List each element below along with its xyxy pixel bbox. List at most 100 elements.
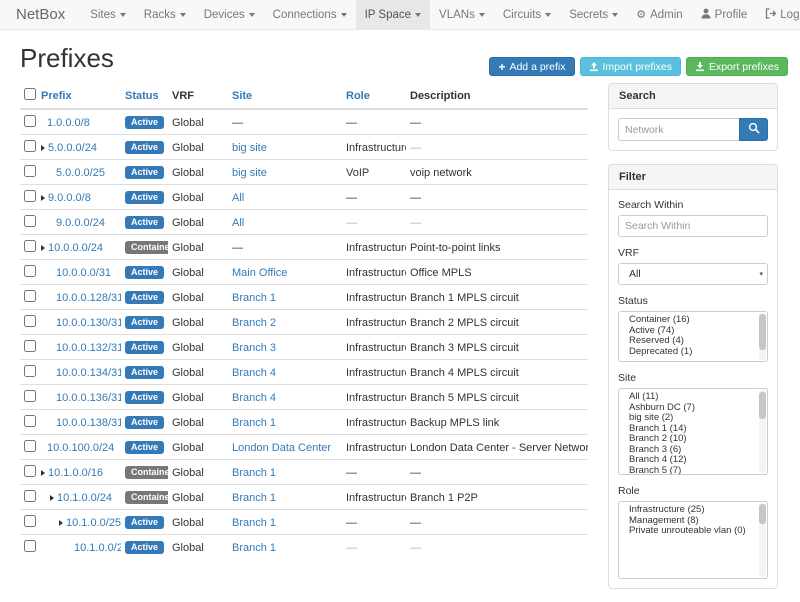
filter-input-search-within[interactable] [618, 215, 768, 237]
site-link[interactable]: Branch 1 [232, 292, 276, 304]
prefix-link[interactable]: 10.0.0.130/31 [56, 317, 121, 329]
site-link[interactable]: Branch 1 [232, 492, 276, 504]
nav-item-log-out[interactable]: Log out [756, 0, 800, 29]
expand-arrow-icon[interactable] [41, 195, 45, 201]
expand-arrow-icon[interactable] [59, 520, 63, 526]
row-checkbox[interactable] [24, 315, 36, 327]
select-all-checkbox[interactable] [24, 88, 36, 100]
site-link[interactable]: All [232, 217, 244, 229]
prefix-link[interactable]: 1.0.0.0/8 [47, 117, 90, 129]
row-checkbox[interactable] [24, 290, 36, 302]
listbox-option[interactable]: Reserved (4) [619, 336, 767, 347]
scrollbar-track[interactable] [759, 503, 766, 577]
prefix-link[interactable]: 10.1.0.0/16 [48, 467, 103, 479]
prefix-link[interactable]: 5.0.0.0/24 [48, 142, 97, 154]
nav-item-circuits[interactable]: Circuits [494, 0, 560, 29]
scrollbar-thumb[interactable] [759, 392, 766, 419]
prefix-link[interactable]: 10.1.0.0/26 [74, 542, 121, 554]
column-sort-link[interactable]: Prefix [41, 90, 72, 102]
row-checkbox[interactable] [24, 340, 36, 352]
prefix-link[interactable]: 10.1.0.0/24 [57, 492, 112, 504]
prefix-link[interactable]: 10.0.0.134/31 [56, 367, 121, 379]
nav-item-racks[interactable]: Racks [135, 0, 195, 29]
row-checkbox[interactable] [24, 190, 36, 202]
row-checkbox[interactable] [24, 140, 36, 152]
prefix-link[interactable]: 10.0.0.138/31 [56, 417, 121, 429]
row-checkbox[interactable] [24, 490, 36, 502]
listbox-option[interactable]: All (11) [619, 392, 767, 403]
listbox-option[interactable]: Container (16) [619, 315, 767, 326]
prefix-link[interactable]: 10.0.0.128/31 [56, 292, 121, 304]
nav-item-sites[interactable]: Sites [81, 0, 135, 29]
nav-item-connections[interactable]: Connections [264, 0, 356, 29]
listbox-option[interactable]: Infrastructure (25) [619, 505, 767, 516]
row-checkbox[interactable] [24, 440, 36, 452]
site-link[interactable]: big site [232, 167, 267, 179]
row-checkbox[interactable] [24, 215, 36, 227]
download-icon [695, 62, 705, 72]
expand-arrow-icon[interactable] [50, 495, 54, 501]
add-prefix-button[interactable]: + Add a prefix [489, 57, 574, 76]
row-checkbox[interactable] [24, 390, 36, 402]
row-checkbox[interactable] [24, 240, 36, 252]
column-sort-link[interactable]: Status [125, 90, 159, 102]
listbox-option[interactable]: Deprecated (1) [619, 347, 767, 358]
nav-item-profile[interactable]: Profile [692, 0, 757, 29]
listbox-option[interactable]: big site (2) [619, 413, 767, 424]
filter-select-vrf[interactable]: All▾ [618, 263, 768, 285]
site-link[interactable]: Branch 1 [232, 467, 276, 479]
search-button[interactable] [739, 118, 768, 141]
listbox-option[interactable]: Branch 2 (10) [619, 434, 767, 445]
prefix-link[interactable]: 9.0.0.0/24 [56, 217, 105, 229]
site-link[interactable]: London Data Center [232, 442, 331, 454]
prefix-link[interactable]: 10.0.0.132/31 [56, 342, 121, 354]
nav-item-ip-space[interactable]: IP Space [356, 0, 430, 29]
prefix-link[interactable]: 10.0.0.0/31 [56, 267, 111, 279]
site-link[interactable]: big site [232, 142, 267, 154]
row-checkbox[interactable] [24, 265, 36, 277]
app-brand[interactable]: NetBox [0, 0, 81, 29]
listbox-option[interactable]: Branch 4 (12) [619, 455, 767, 466]
nav-item-admin[interactable]: ⚙︎Admin [627, 0, 691, 29]
prefix-link[interactable]: 5.0.0.0/25 [56, 167, 105, 179]
prefix-link[interactable]: 10.0.100.0/24 [47, 442, 114, 454]
site-link[interactable]: Branch 4 [232, 367, 276, 379]
prefix-link[interactable]: 10.0.0.136/31 [56, 392, 121, 404]
expand-arrow-icon[interactable] [41, 245, 45, 251]
import-prefixes-button[interactable]: Import prefixes [580, 57, 681, 76]
site-link[interactable]: Branch 1 [232, 517, 276, 529]
row-checkbox[interactable] [24, 115, 36, 127]
site-link[interactable]: Branch 3 [232, 342, 276, 354]
prefix-link[interactable]: 10.1.0.0/25 [66, 517, 121, 529]
site-link[interactable]: Main Office [232, 267, 287, 279]
column-sort-link[interactable]: Site [232, 90, 252, 102]
row-checkbox[interactable] [24, 415, 36, 427]
site-link[interactable]: Branch 2 [232, 317, 276, 329]
column-sort-link[interactable]: Role [346, 90, 370, 102]
expand-arrow-icon[interactable] [41, 145, 45, 151]
site-link[interactable]: Branch 4 [232, 392, 276, 404]
search-input[interactable] [618, 118, 739, 141]
scrollbar-track[interactable] [759, 313, 766, 360]
row-checkbox[interactable] [24, 365, 36, 377]
listbox-option[interactable]: Private unrouteable vlan (0) [619, 526, 767, 537]
site-link[interactable]: Branch 1 [232, 417, 276, 429]
nav-item-devices[interactable]: Devices [195, 0, 264, 29]
nav-item-vlans[interactable]: VLANs [430, 0, 494, 29]
expand-arrow-icon[interactable] [41, 470, 45, 476]
site-link[interactable]: Branch 1 [232, 542, 276, 554]
site-link[interactable]: All [232, 192, 244, 204]
listbox-option[interactable]: Management (8) [619, 516, 767, 527]
scrollbar-track[interactable] [759, 390, 766, 473]
row-checkbox[interactable] [24, 515, 36, 527]
row-checkbox[interactable] [24, 540, 36, 552]
scrollbar-thumb[interactable] [759, 504, 766, 524]
prefix-link[interactable]: 9.0.0.0/8 [48, 192, 91, 204]
row-checkbox[interactable] [24, 165, 36, 177]
listbox-option[interactable]: Branch 5 (7) [619, 466, 767, 476]
export-prefixes-button[interactable]: Export prefixes [686, 57, 788, 76]
scrollbar-thumb[interactable] [759, 314, 766, 350]
row-checkbox[interactable] [24, 465, 36, 477]
prefix-link[interactable]: 10.0.0.0/24 [48, 242, 103, 254]
nav-item-secrets[interactable]: Secrets [560, 0, 627, 29]
